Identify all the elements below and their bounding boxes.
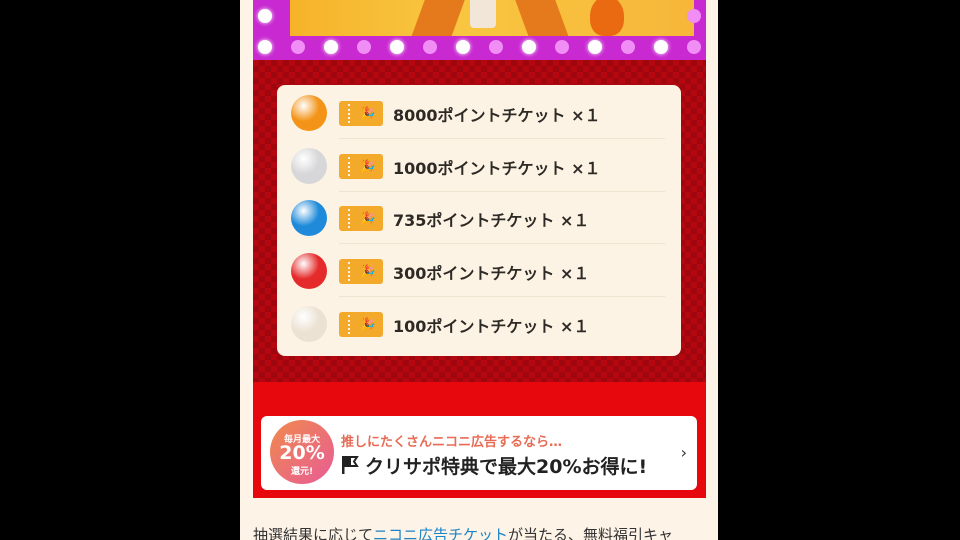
prize-row: 🎉 100ポイントチケット ×１ (277, 298, 681, 350)
marquee-bulb (390, 40, 404, 54)
prize-label: 735ポイントチケット ×１ (393, 211, 590, 230)
marquee-bulb (522, 40, 536, 54)
chevron-right-icon: › (680, 443, 687, 462)
marquee-bulb (456, 40, 470, 54)
prize-label: 300ポイントチケット ×１ (393, 264, 590, 283)
character-illustration (290, 0, 694, 36)
capsule-ball-icon (291, 253, 327, 289)
description-paragraph: 抽選結果に応じてニコニ広告チケットが当たる、無料福引キャ (253, 524, 713, 540)
ticket-icon: 🎉 (339, 312, 383, 337)
banner-subtitle: 推しにたくさんニコニ広告するなら… (341, 435, 563, 450)
ticket-icon: 🎉 (339, 259, 383, 284)
page-column: 🎉 8000ポイントチケット ×１ 🎉 1000ポイントチケット ×１ 🎉 73… (240, 0, 718, 540)
niconi-ad-ticket-link[interactable]: ニコニ広告チケット (373, 526, 508, 540)
marquee-bulb (258, 9, 272, 23)
capsule-ball-icon (291, 306, 327, 342)
marquee-bulb (687, 9, 701, 23)
badge-percent: 20% (279, 442, 325, 464)
marquee-bulb (588, 40, 602, 54)
prize-label: 8000ポイントチケット ×１ (393, 106, 601, 125)
cashback-badge: 毎月最大 20% 還元! (270, 420, 334, 484)
marquee-bulb (489, 40, 503, 54)
ticket-icon: 🎉 (339, 154, 383, 179)
prize-list: 🎉 8000ポイントチケット ×１ 🎉 1000ポイントチケット ×１ 🎉 73… (277, 85, 681, 356)
paragraph-text: 抽選結果に応じて (253, 526, 374, 540)
marquee-bulb (357, 40, 371, 54)
ticket-icon: 🎉 (339, 101, 383, 126)
marquee-bulb (555, 40, 569, 54)
marquee-bulb (654, 40, 668, 54)
marquee-bulb (621, 40, 635, 54)
prize-row: 🎉 300ポイントチケット ×１ (277, 245, 681, 297)
prize-row: 🎉 735ポイントチケット ×１ (277, 192, 681, 244)
badge-line3: 還元! (290, 467, 314, 477)
prize-label: 100ポイントチケット ×１ (393, 317, 590, 336)
capsule-ball-icon (291, 95, 327, 131)
ticket-icon: 🎉 (339, 206, 383, 231)
banner-title: クリサポ特典で最大20%お得に! (365, 456, 648, 478)
flag-icon (342, 456, 359, 474)
capsule-ball-icon (291, 148, 327, 184)
prize-row: 🎉 1000ポイントチケット ×１ (277, 140, 681, 192)
prize-row: 🎉 8000ポイントチケット ×１ (277, 87, 681, 139)
crisapo-promo-banner[interactable]: 毎月最大 20% 還元! 推しにたくさんニコニ広告するなら… クリサポ特典で最大… (261, 416, 697, 490)
marquee-bulb (291, 40, 305, 54)
marquee-bulb (687, 40, 701, 54)
marquee-bulb (423, 40, 437, 54)
paragraph-text: が当たる、無料福引キャ (508, 526, 674, 540)
marquee-bulb (258, 40, 272, 54)
lottery-marquee-frame (253, 0, 706, 60)
capsule-ball-icon (291, 200, 327, 236)
marquee-bulb (324, 40, 338, 54)
prize-board: 🎉 8000ポイントチケット ×１ 🎉 1000ポイントチケット ×１ 🎉 73… (253, 60, 706, 382)
prize-label: 1000ポイントチケット ×１ (393, 159, 601, 178)
